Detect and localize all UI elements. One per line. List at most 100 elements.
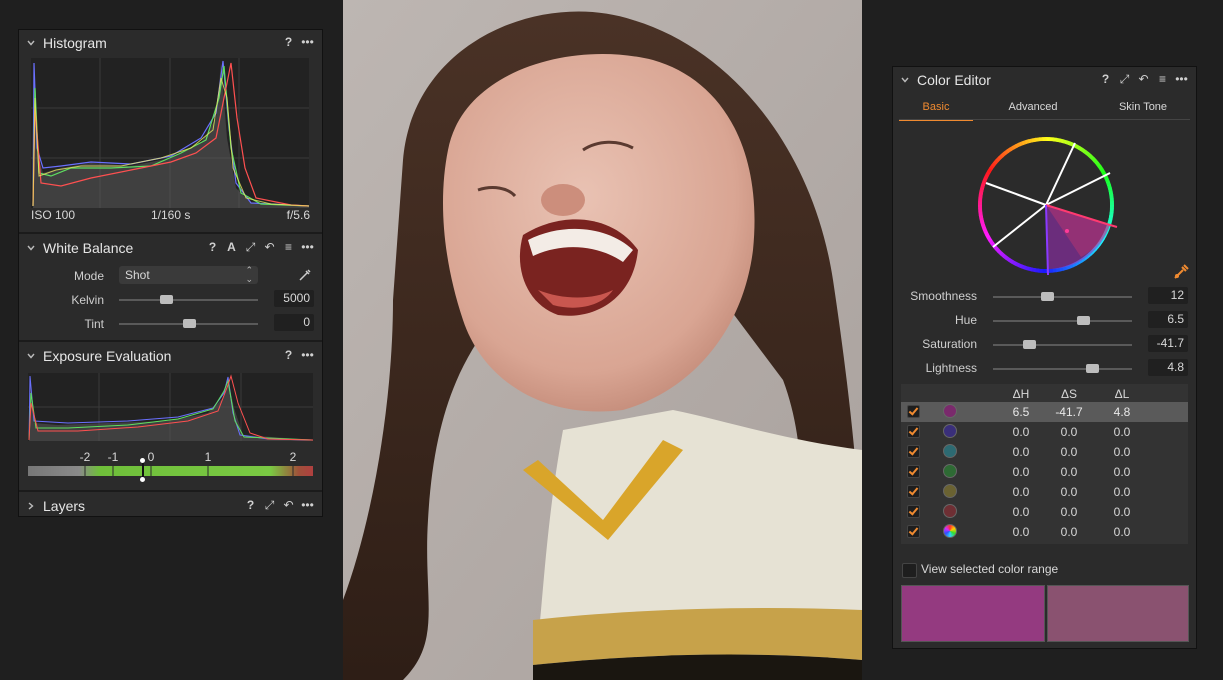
color-range-checkbox[interactable] <box>907 465 920 478</box>
histogram-header[interactable]: Histogram ? ••• <box>19 30 322 56</box>
layers-title: Layers <box>43 498 86 514</box>
color-range-checkbox[interactable] <box>907 445 920 458</box>
slider-thumb[interactable] <box>1023 340 1037 349</box>
photo-viewer[interactable] <box>343 0 862 680</box>
slider-hue[interactable] <box>993 316 1132 325</box>
tab-skin-tone-label: Skin Tone <box>1118 101 1168 113</box>
color-range-checkbox[interactable] <box>907 505 920 518</box>
delta-l-value: 0.0 <box>1113 445 1131 459</box>
tab-basic[interactable]: Basic <box>899 99 973 121</box>
color-range-checkbox[interactable] <box>907 425 920 438</box>
more-icon[interactable]: ••• <box>301 35 314 49</box>
color-editor-title: Color Editor <box>917 72 991 88</box>
slider-thumb[interactable] <box>1041 292 1055 301</box>
tint-slider-thumb[interactable] <box>182 319 196 328</box>
color-range-swatch[interactable] <box>943 444 957 458</box>
portrait-image <box>343 0 862 680</box>
color-swatch-after <box>1047 585 1189 642</box>
color-range-swatch[interactable] <box>943 424 957 438</box>
slider-value-lightness[interactable]: 4.8 <box>1148 359 1188 376</box>
more-icon[interactable]: ••• <box>301 348 314 362</box>
tab-skin-tone[interactable]: Skin Tone <box>1103 99 1183 119</box>
slider-label-hue: Hue <box>954 313 977 327</box>
color-wheel[interactable] <box>971 135 1121 280</box>
color-range-swatch[interactable] <box>943 504 957 518</box>
tab-advanced[interactable]: Advanced <box>993 99 1073 119</box>
tab-underline <box>899 119 1190 120</box>
tint-value[interactable]: 0 <box>274 314 314 331</box>
more-icon[interactable]: ••• <box>301 498 314 512</box>
color-range-row[interactable]: 0.0 0.0 0.0 <box>901 522 1188 542</box>
slider-smoothness[interactable] <box>993 292 1132 301</box>
chevron-down-icon[interactable] <box>25 242 37 254</box>
color-table: ΔH ΔS ΔL 6.5 -41.7 4.8 0.0 0.0 0.0 0.0 0.0 0.0 0.… <box>901 384 1188 544</box>
help-icon[interactable]: ? <box>282 348 295 362</box>
view-selected-range-checkbox[interactable] <box>902 563 917 578</box>
layers-header[interactable]: Layers ? ⤢ ↶ ••• <box>19 493 322 519</box>
color-table-header: ΔH ΔS ΔL <box>901 384 1188 402</box>
delta-s-value: 0.0 <box>1060 505 1078 519</box>
eyedropper-icon[interactable] <box>297 267 313 283</box>
copy-apply-icon[interactable]: ⤢ <box>263 498 276 512</box>
view-selected-range-label: View selected color range <box>921 562 1059 576</box>
more-icon[interactable]: ••• <box>301 240 314 254</box>
chevron-right-icon[interactable] <box>25 500 37 512</box>
delta-l-value: 0.0 <box>1113 525 1131 539</box>
reset-icon[interactable]: ↶ <box>282 498 295 512</box>
exposure-meter-needle <box>140 458 145 482</box>
kelvin-value[interactable]: 5000 <box>274 290 314 307</box>
delta-s-value: 0.0 <box>1060 445 1078 459</box>
color-editor-header[interactable]: Color Editor ? ⤢ ↶ ≡ ••• <box>893 67 1196 93</box>
delta-h-value: 0.0 <box>1012 525 1030 539</box>
color-range-row[interactable]: 0.0 0.0 0.0 <box>901 502 1188 522</box>
color-range-row[interactable]: 0.0 0.0 0.0 <box>901 482 1188 502</box>
slider-saturation[interactable] <box>993 340 1132 349</box>
color-wheel-swatch-icon[interactable] <box>943 524 957 538</box>
delta-l-value: 0.0 <box>1113 485 1131 499</box>
help-icon[interactable]: ? <box>1099 72 1112 86</box>
slider-thumb[interactable] <box>1077 316 1091 325</box>
mode-select[interactable]: Shot ⌃ ⌄ <box>119 266 258 284</box>
color-range-swatch[interactable] <box>943 464 957 478</box>
color-range-checkbox[interactable] <box>907 525 920 538</box>
more-icon[interactable]: ••• <box>1175 72 1188 86</box>
slider-value-saturation[interactable]: -41.7 <box>1148 335 1188 352</box>
kelvin-slider[interactable] <box>119 295 258 304</box>
chevron-down-icon[interactable] <box>899 74 911 86</box>
delta-l-value: 4.8 <box>1113 405 1131 419</box>
chevron-down-icon[interactable] <box>25 37 37 49</box>
color-range-swatch[interactable] <box>943 484 957 498</box>
kelvin-slider-thumb[interactable] <box>160 295 174 304</box>
color-range-row[interactable]: 0.0 0.0 0.0 <box>901 462 1188 482</box>
presets-icon[interactable]: ≡ <box>1156 72 1169 86</box>
chevron-down-icon[interactable] <box>25 350 37 362</box>
slider-value-hue[interactable]: 6.5 <box>1148 311 1188 328</box>
color-range-checkbox[interactable] <box>907 405 920 418</box>
tint-slider[interactable] <box>119 319 258 328</box>
color-range-row[interactable]: 6.5 -41.7 4.8 <box>901 402 1188 422</box>
select-arrows-icon: ⌃ ⌄ <box>245 265 253 284</box>
reset-icon[interactable]: ↶ <box>1137 72 1150 86</box>
help-icon[interactable]: ? <box>244 498 257 512</box>
delta-l-value: 0.0 <box>1113 465 1131 479</box>
color-swatch-before <box>901 585 1045 642</box>
color-range-row[interactable]: 0.0 0.0 0.0 <box>901 422 1188 442</box>
color-range-row[interactable]: 0.0 0.0 0.0 <box>901 442 1188 462</box>
auto-icon[interactable]: A <box>225 240 238 254</box>
copy-apply-icon[interactable]: ⤢ <box>1118 72 1131 86</box>
reset-icon[interactable]: ↶ <box>263 240 276 254</box>
white-balance-header[interactable]: White Balance ? A ⤢ ↶ ≡ ••• <box>19 235 322 261</box>
color-range-swatch[interactable] <box>943 404 957 418</box>
delta-h-value: 0.0 <box>1012 465 1030 479</box>
copy-apply-icon[interactable]: ⤢ <box>244 240 257 254</box>
help-icon[interactable]: ? <box>282 35 295 49</box>
color-picker-icon[interactable] <box>1172 263 1190 281</box>
slider-lightness[interactable] <box>993 364 1132 373</box>
section-divider <box>19 232 322 234</box>
slider-value-smoothness[interactable]: 12 <box>1148 287 1188 304</box>
help-icon[interactable]: ? <box>206 240 219 254</box>
exposure-evaluation-header[interactable]: Exposure Evaluation ? ••• <box>19 343 322 369</box>
color-range-checkbox[interactable] <box>907 485 920 498</box>
presets-icon[interactable]: ≡ <box>282 240 295 254</box>
slider-thumb[interactable] <box>1085 364 1099 373</box>
